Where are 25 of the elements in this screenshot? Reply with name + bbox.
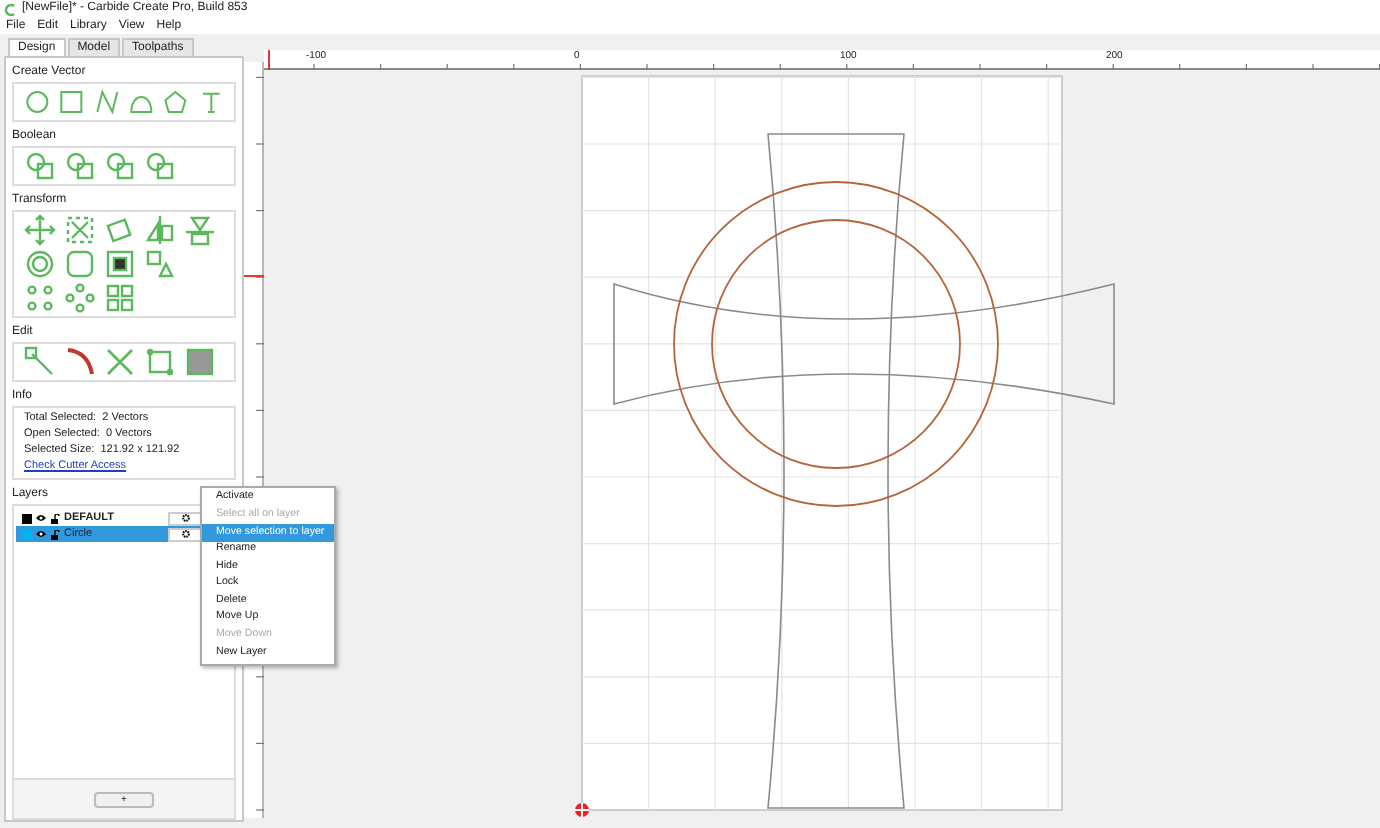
origin-icon xyxy=(574,802,590,818)
union-icon[interactable] xyxy=(24,150,56,182)
node-icon[interactable] xyxy=(24,346,56,378)
app-icon xyxy=(4,3,16,15)
polyline-icon[interactable] xyxy=(93,86,120,118)
inset-icon[interactable] xyxy=(104,248,136,280)
lock-icon[interactable] xyxy=(50,513,60,523)
offset-icon[interactable] xyxy=(24,248,56,280)
trim-icon[interactable] xyxy=(104,346,136,378)
eye-icon[interactable] xyxy=(36,514,46,522)
union-icon[interactable] xyxy=(104,150,136,182)
dots-icon[interactable] xyxy=(24,282,56,314)
eye-icon[interactable] xyxy=(36,530,46,538)
arrows-icon[interactable] xyxy=(24,214,56,246)
union-icon[interactable] xyxy=(144,150,176,182)
lock-icon[interactable] xyxy=(50,529,60,539)
circle-icon[interactable] xyxy=(24,86,51,118)
square-icon[interactable] xyxy=(58,86,86,118)
frame-icon[interactable] xyxy=(144,346,176,378)
pentagon-icon[interactable] xyxy=(162,86,190,118)
align-icon[interactable] xyxy=(184,214,216,246)
fill-icon[interactable] xyxy=(184,346,216,378)
cursor-marker xyxy=(268,50,270,70)
union-icon[interactable] xyxy=(64,150,96,182)
arc-icon[interactable] xyxy=(64,346,96,378)
